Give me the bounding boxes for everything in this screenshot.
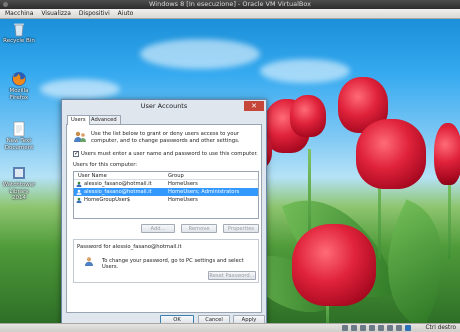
network-icon[interactable]: [378, 325, 384, 331]
usb-icon[interactable]: [360, 325, 366, 331]
host-menubar: Macchina Visualizza Dispositivi Aiuto: [0, 9, 460, 19]
guest-desktop: Recycle Bin Mozilla Firefox New Text Doc…: [0, 19, 460, 323]
table-row-selected[interactable]: alessio_fasano@hotmail.it HomeUsers; Adm…: [74, 188, 258, 196]
desktop-icon-recycle-bin[interactable]: Recycle Bin: [2, 21, 36, 45]
desktop-icon-firefox[interactable]: Mozilla Firefox: [2, 71, 36, 101]
menu-help[interactable]: Aiuto: [115, 9, 137, 19]
host-key-label: Ctrl destro: [425, 325, 457, 331]
recycle-bin-icon: [11, 21, 27, 37]
group-cell: HomeUsers: [168, 181, 198, 187]
keyboard-capture-icon[interactable]: [405, 325, 411, 331]
require-login-row: Users must enter a user name and passwor…: [73, 150, 258, 157]
password-section: Password for alessio_fasano@hotmail.it T…: [73, 239, 259, 283]
remove-user-button[interactable]: Remove: [181, 224, 217, 233]
user-icon: [76, 181, 82, 187]
desktop-icon-label: Watchtower Library 2014: [2, 182, 36, 201]
menu-devices[interactable]: Dispositivi: [76, 9, 113, 19]
desktop-icon-watchtower-library[interactable]: Watchtower Library 2014: [2, 165, 36, 202]
intro-text: Use the list below to grant or deny user…: [91, 131, 240, 144]
properties-button[interactable]: Properties: [223, 224, 259, 233]
column-header-group[interactable]: Group: [168, 172, 184, 180]
password-section-title: Password for alessio_fasano@hotmail.it: [77, 244, 182, 250]
host-window-title: Windows 8 [In esecuzione] - Oracle VM Vi…: [149, 0, 311, 8]
reset-password-button[interactable]: Reset Password...: [208, 271, 256, 280]
users-list-label: Users for this computer:: [73, 162, 138, 168]
users-list[interactable]: User Name Group alessio_fasano@hotmail.i…: [73, 171, 259, 219]
require-login-label: Users must enter a user name and passwor…: [81, 151, 258, 157]
user-icon: [76, 189, 82, 195]
firefox-icon: [11, 71, 27, 87]
display-icon[interactable]: [387, 325, 393, 331]
table-row[interactable]: HomeGroupUser$ HomeUsers: [74, 196, 258, 204]
desktop-icon-label: New Text Document: [4, 138, 34, 151]
cancel-button[interactable]: Cancel: [198, 315, 230, 323]
menu-machine[interactable]: Macchina: [0, 9, 36, 19]
dialog-title: User Accounts: [140, 102, 188, 110]
user-name-cell: alessio_fasano@hotmail.it: [84, 181, 152, 187]
list-header: User Name Group: [74, 172, 258, 180]
ok-button[interactable]: OK: [160, 315, 194, 323]
watchtower-library-icon: [11, 165, 27, 181]
close-icon: ✕: [251, 102, 257, 110]
group-cell: HomeUsers: [168, 197, 198, 203]
user-name-cell: HomeGroupUser$: [84, 197, 131, 203]
users-group-icon: [73, 130, 87, 144]
desktop-icon-text-document[interactable]: New Text Document: [2, 121, 36, 151]
table-row[interactable]: alessio_fasano@hotmail.it HomeUsers: [74, 180, 258, 188]
host-titlebar: Windows 8 [In esecuzione] - Oracle VM Vi…: [0, 0, 460, 9]
require-login-checkbox[interactable]: [73, 150, 79, 157]
user-name-cell: alessio_fasano@hotmail.it: [84, 189, 152, 195]
optical-drive-icon[interactable]: [351, 325, 357, 331]
tab-advanced[interactable]: Advanced: [87, 115, 121, 124]
desktop-icon-label: Mozilla Firefox: [9, 88, 29, 101]
user-icon: [76, 197, 82, 203]
shared-folders-icon[interactable]: [369, 325, 375, 331]
column-header-user-name[interactable]: User Name: [78, 172, 107, 180]
mouse-integration-icon[interactable]: [396, 325, 402, 331]
password-section-text: To change your password, go to PC settin…: [102, 258, 244, 270]
user-password-icon: [84, 256, 94, 266]
text-document-icon: [11, 121, 27, 137]
host-statusbar: Ctrl destro: [0, 323, 460, 332]
close-button[interactable]: ✕: [244, 101, 264, 111]
users-panel: Use the list below to grant or deny user…: [66, 124, 262, 313]
user-accounts-dialog: User Accounts ✕ Users Advanced Use the l…: [61, 99, 267, 323]
menu-view[interactable]: Visualizza: [38, 9, 74, 19]
apply-button[interactable]: Apply: [233, 315, 265, 323]
desktop-icon-label: Recycle Bin: [3, 38, 35, 44]
host-window-button-icon[interactable]: [3, 2, 8, 7]
hard-disk-icon[interactable]: [342, 325, 348, 331]
tab-users[interactable]: Users: [67, 115, 90, 125]
group-cell: HomeUsers; Administrators: [168, 189, 240, 195]
add-user-button[interactable]: Add...: [141, 224, 175, 233]
